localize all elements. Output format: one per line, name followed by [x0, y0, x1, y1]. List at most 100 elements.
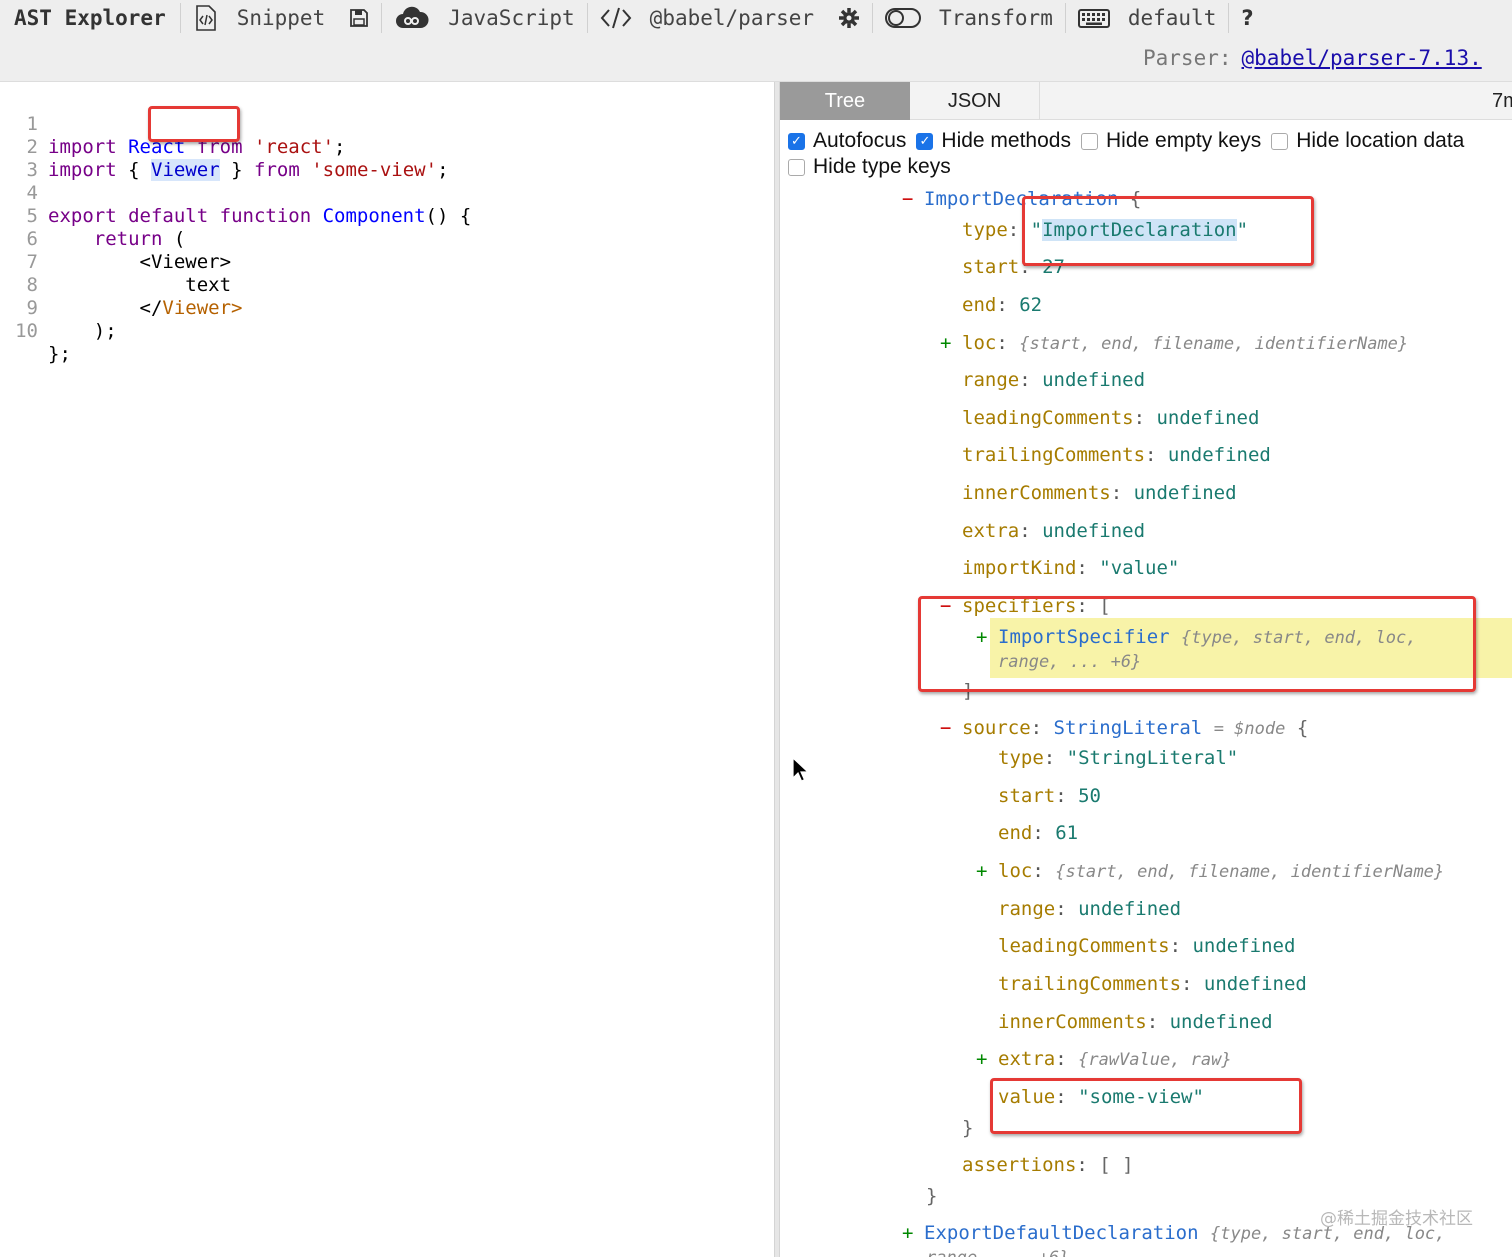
tab-tree[interactable]: Tree: [780, 82, 910, 120]
tree-prop-inner-comments[interactable]: innerComments: undefined: [962, 481, 1237, 505]
prop-key: start: [962, 256, 1020, 278]
toggle-off-icon: [885, 7, 922, 29]
tree-prop-leading-comments[interactable]: leadingComments: undefined: [998, 934, 1295, 958]
tree-prop-import-kind[interactable]: importKind: "value": [962, 556, 1179, 580]
tree-prop-trailing-comments[interactable]: trailingComments: undefined: [962, 443, 1271, 467]
parser-info: Parser: @babel/parser-7.13.: [1143, 46, 1482, 70]
token-keyword: function: [219, 205, 312, 227]
prop-key: extra: [962, 520, 1020, 542]
prop-summary: {start, end, filename, identifierName}: [1055, 862, 1445, 882]
prop-value: 61: [1055, 822, 1079, 844]
token-punct: }: [231, 159, 243, 181]
prop-key: trailingComments: [962, 444, 1146, 466]
code-line: 5 return (: [0, 182, 186, 250]
prop-value: "value": [1099, 557, 1180, 579]
collapse-toggle[interactable]: −: [940, 716, 962, 740]
hide-empty-keys-option[interactable]: Hide empty keys: [1080, 129, 1261, 153]
prop-key: trailingComments: [998, 973, 1182, 995]
tree-prop-start[interactable]: start: 50: [998, 784, 1101, 808]
gear-icon: [838, 7, 860, 29]
token-jsx-close: Viewer>: [162, 297, 243, 319]
tree-prop-inner-comments[interactable]: innerComments: undefined: [998, 1010, 1273, 1034]
help-icon: ?: [1241, 6, 1254, 30]
save-button[interactable]: [337, 8, 381, 28]
tree-punct: {: [1296, 717, 1309, 739]
tree-punct: }: [926, 1185, 938, 1207]
expand-toggle[interactable]: +: [976, 1047, 998, 1071]
hide-location-data-checkbox[interactable]: [1271, 132, 1289, 150]
code-line: 9 );: [0, 274, 117, 342]
tab-json[interactable]: JSON: [910, 82, 1040, 120]
prop-key: innerComments: [962, 482, 1111, 504]
autofocus-checkbox[interactable]: ✓: [788, 132, 805, 150]
tree-close-brace: }: [962, 1116, 973, 1140]
tree-prop-assertions[interactable]: assertions: [ ]: [962, 1153, 1134, 1177]
annotation-box: [1022, 196, 1314, 266]
token-punct: ;: [437, 159, 449, 181]
prop-key: importKind: [962, 557, 1077, 579]
language-label: JavaScript: [448, 6, 575, 30]
tree-prop-loc[interactable]: + loc: {start, end, filename, identifierN…: [976, 859, 1444, 883]
option-label: Hide methods: [941, 129, 1071, 152]
code-line: 10 };: [0, 297, 71, 365]
tree-prop-source[interactable]: − source: StringLiteral = $node {: [940, 716, 1308, 740]
watermark: @稀土掘金技术社区: [1320, 1209, 1473, 1229]
code-line: 1 import React from 'react';: [0, 90, 346, 158]
parser-settings-button[interactable]: [826, 7, 872, 29]
parser-menu[interactable]: @babel/parser: [588, 6, 826, 30]
prop-key: start: [998, 785, 1056, 807]
keymap-menu[interactable]: default: [1066, 6, 1229, 30]
tree-close-brace: }: [926, 1184, 937, 1208]
token-punct: {: [128, 159, 140, 181]
tree-prop-end[interactable]: end: 61: [998, 821, 1078, 845]
hide-type-keys-checkbox[interactable]: [788, 158, 805, 176]
autofocus-option[interactable]: ✓ Autofocus: [788, 129, 906, 153]
tree-prop-trailing-comments[interactable]: trailingComments: undefined: [998, 972, 1307, 996]
token-punct: </: [139, 297, 163, 319]
tree-summary-continued: range, ... +6}: [926, 1245, 1069, 1257]
hide-type-keys-option[interactable]: Hide type keys: [788, 155, 951, 179]
hide-empty-keys-checkbox[interactable]: [1080, 132, 1098, 150]
tree-prop-loc[interactable]: + loc: {start, end, filename, identifierN…: [940, 331, 1408, 355]
token-identifier: Component: [322, 205, 426, 227]
collapse-toggle[interactable]: −: [902, 187, 924, 211]
expand-toggle[interactable]: +: [902, 1221, 924, 1245]
prop-value: undefined: [1042, 520, 1146, 542]
prop-value: undefined: [1203, 973, 1307, 995]
token-punct: );: [93, 320, 117, 342]
tree-prop-extra[interactable]: extra: undefined: [962, 519, 1145, 543]
keymap-label: default: [1127, 6, 1217, 30]
tree-prop-end[interactable]: end: 62: [962, 293, 1042, 317]
tree-prop-leading-comments[interactable]: leadingComments: undefined: [962, 406, 1259, 430]
mouse-pointer-icon: [792, 756, 810, 787]
parser-info-label: Parser:: [1143, 46, 1232, 70]
snippet-label: Snippet: [236, 6, 326, 30]
help-button[interactable]: ?: [1229, 6, 1265, 30]
option-label: Hide location data: [1296, 129, 1465, 152]
tree-prop-range[interactable]: range: undefined: [998, 897, 1181, 921]
tree-prop-type[interactable]: type: "StringLiteral": [998, 746, 1238, 770]
snippet-menu[interactable]: Snippet: [181, 5, 338, 31]
prop-value: undefined: [1042, 369, 1146, 391]
code-editor[interactable]: 1 import React from 'react'; 2 import { …: [0, 82, 774, 1257]
tree-prop-extra[interactable]: + extra: {rawValue, raw}: [976, 1047, 1232, 1071]
expand-toggle[interactable]: +: [976, 859, 998, 883]
parser-label: @babel/parser: [649, 6, 815, 30]
prop-value: undefined: [1156, 407, 1260, 429]
token-keyword: export: [48, 205, 117, 227]
prop-key: loc: [962, 332, 997, 354]
hide-methods-checkbox[interactable]: ✓: [916, 132, 934, 150]
expand-toggle[interactable]: +: [940, 331, 962, 355]
hide-location-data-option[interactable]: Hide location data: [1271, 129, 1464, 153]
tree-options: ✓ Autofocus ✓ Hide methods Hide empty keys…: [788, 128, 1512, 180]
hide-methods-option[interactable]: ✓ Hide methods: [916, 129, 1071, 153]
prop-value: undefined: [1169, 1011, 1273, 1033]
transform-toggle[interactable]: Transform: [873, 6, 1065, 30]
tree-prop-range[interactable]: range: undefined: [962, 368, 1145, 392]
prop-key: end: [962, 294, 997, 316]
prop-key: extra: [998, 1048, 1056, 1070]
parser-version-link[interactable]: @babel/parser-7.13.: [1242, 46, 1482, 70]
language-menu[interactable]: JavaScript: [382, 6, 586, 30]
annotation-box: [148, 106, 240, 142]
tree-punct: }: [962, 1117, 974, 1139]
